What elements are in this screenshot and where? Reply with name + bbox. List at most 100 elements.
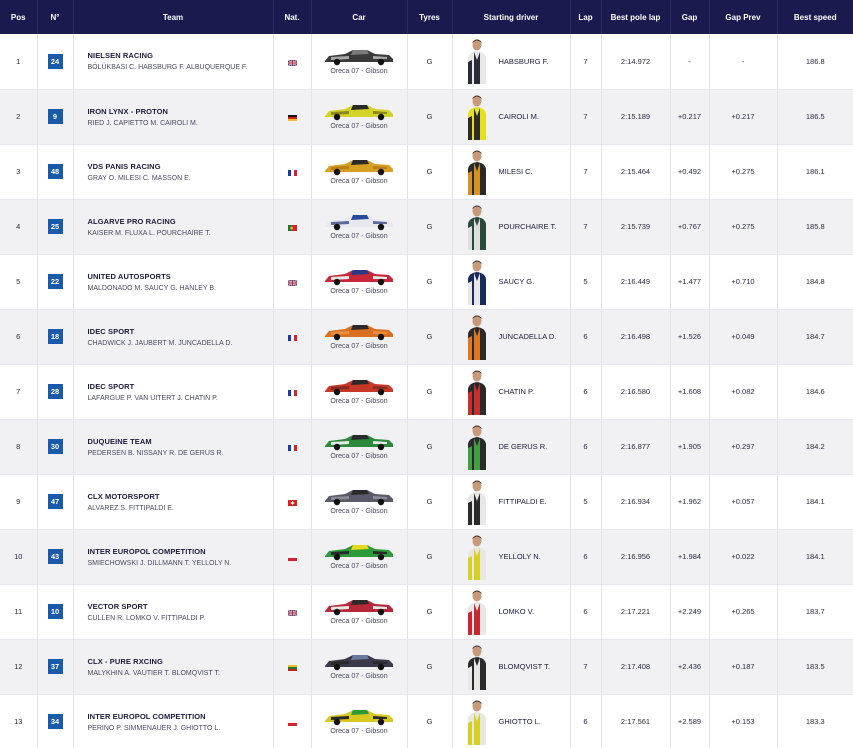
team-cell[interactable]: INTER EUROPOL COMPETITION SMIECHOWSKI J.… <box>73 529 274 585</box>
driver-name[interactable]: HABSBURG F. <box>499 57 549 66</box>
best-speed: 186.1 <box>805 167 825 176</box>
lap: 6 <box>583 552 588 561</box>
table-row[interactable]: 1 24 NIELSEN RACING BÖLÜKBASI C. HABSBUR… <box>0 34 853 90</box>
team-name[interactable]: UNITED AUTOSPORTS <box>88 272 273 281</box>
gap-prev: +0.275 <box>731 167 755 176</box>
team-cell[interactable]: INTER EUROPOL COMPETITION PERINO P. SIMM… <box>73 694 274 748</box>
driver-cell[interactable]: JUNCADELLA D. <box>452 309 571 365</box>
driver-name[interactable]: BLOMQVIST T. <box>499 662 550 671</box>
header-lap[interactable]: Lap <box>570 0 602 34</box>
header-nat[interactable]: Nat. <box>273 0 312 34</box>
nat-cell <box>273 474 312 530</box>
team-name[interactable]: IRON LYNX - PROTON <box>88 107 273 116</box>
driver-cell[interactable]: MILESI C. <box>452 144 571 200</box>
header-pos[interactable]: Pos <box>0 0 38 34</box>
driver-name[interactable]: JUNCADELLA D. <box>499 332 557 341</box>
driver-name[interactable]: POURCHAIRE T. <box>499 222 557 231</box>
team-name[interactable]: IDEC SPORT <box>88 382 273 391</box>
team-cell[interactable]: ALGARVE PRO RACING KAISER M. FLUXA L. PO… <box>73 199 274 255</box>
driver-name[interactable]: MILESI C. <box>499 167 533 176</box>
header-driver[interactable]: Starting driver <box>452 0 571 34</box>
table-row[interactable]: 2 9 IRON LYNX - PROTON RIED J. CAPIETTO … <box>0 89 853 145</box>
header-speed[interactable]: Best speed <box>777 0 853 34</box>
team-name[interactable]: INTER EUROPOL COMPETITION <box>88 712 273 721</box>
table-row[interactable]: 12 37 CLX - PURE RXCING MALYKHIN A. VAUT… <box>0 639 853 695</box>
driver-name[interactable]: YELLOLY N. <box>499 552 541 561</box>
table-row[interactable]: 6 18 IDEC SPORT CHADWICK J. JAUBERT M. J… <box>0 309 853 365</box>
driver-cell[interactable]: SAUCY G. <box>452 254 571 310</box>
flag-icon <box>287 719 297 727</box>
driver-name[interactable]: DE GERUS R. <box>499 442 548 451</box>
header-car[interactable]: Car <box>311 0 408 34</box>
header-num[interactable]: N° <box>37 0 74 34</box>
car-model: Oreca 07 - Gibson <box>330 453 388 460</box>
driver-cell[interactable]: YELLOLY N. <box>452 529 571 585</box>
table-row[interactable]: 9 47 CLX MOTORSPORT ALVAREZ S. FITTIPALD… <box>0 474 853 530</box>
table-row[interactable]: 13 34 INTER EUROPOL COMPETITION PERINO P… <box>0 694 853 748</box>
team-cell[interactable]: IDEC SPORT LAFARGUE P. VAN UITERT J. CHA… <box>73 364 274 420</box>
driver-cell[interactable]: POURCHAIRE T. <box>452 199 571 255</box>
team-cell[interactable]: CLX - PURE RXCING MALYKHIN A. VAUTIER T.… <box>73 639 274 695</box>
car-model: Oreca 07 - Gibson <box>330 288 388 295</box>
table-row[interactable]: 5 22 UNITED AUTOSPORTS MALDONADO M. SAUC… <box>0 254 853 310</box>
gap-prev: +0.153 <box>731 717 755 726</box>
gap: +1.984 <box>677 552 702 561</box>
driver-cell[interactable]: LOMKO V. <box>452 584 571 640</box>
team-cell[interactable]: NIELSEN RACING BÖLÜKBASI C. HABSBURG F. … <box>73 34 274 90</box>
car-model: Oreca 07 - Gibson <box>330 233 388 240</box>
table-row[interactable]: 3 48 VDS PANIS RACING GRAY O. MILESI C. … <box>0 144 853 200</box>
best-lap: 2:17.561 <box>620 717 651 726</box>
speed-cell: 186.1 <box>777 144 853 200</box>
header-tyres[interactable]: Tyres <box>407 0 453 34</box>
gap-prev-cell: +0.187 <box>709 639 778 695</box>
best-lap-cell: 2:16.956 <box>601 529 671 585</box>
header-gap-prev[interactable]: Gap Prev <box>709 0 778 34</box>
driver-name[interactable]: LOMKO V. <box>499 607 535 616</box>
table-row[interactable]: 7 28 IDEC SPORT LAFARGUE P. VAN UITERT J… <box>0 364 853 420</box>
driver-name[interactable]: CHATIN P. <box>499 387 535 396</box>
table-row[interactable]: 11 10 VECTOR SPORT CULLEN R. LOMKO V. FI… <box>0 584 853 640</box>
team-name[interactable]: CLX - PURE RXCING <box>88 657 273 666</box>
table-row[interactable]: 8 30 DUQUEINE TEAM PEDERSEN B. NISSANY R… <box>0 419 853 475</box>
driver-name[interactable]: CAIROLI M. <box>499 112 539 121</box>
driver-cell[interactable]: GHIOTTO L. <box>452 694 571 748</box>
header-gap[interactable]: Gap <box>670 0 710 34</box>
driver-cell[interactable]: BLOMQVIST T. <box>452 639 571 695</box>
table-row[interactable]: 10 43 INTER EUROPOL COMPETITION SMIECHOW… <box>0 529 853 585</box>
team-name[interactable]: IDEC SPORT <box>88 327 273 336</box>
car-cell: Oreca 07 - Gibson <box>311 89 408 145</box>
team-drivers: CULLEN R. LOMKO V. FITTIPALDI P. <box>87 614 206 622</box>
driver-cell[interactable]: CHATIN P. <box>452 364 571 420</box>
team-cell[interactable]: UNITED AUTOSPORTS MALDONADO M. SAUCY G. … <box>73 254 274 310</box>
driver-portrait-icon <box>467 480 486 525</box>
driver-cell[interactable]: FITTIPALDI E. <box>452 474 571 530</box>
team-cell[interactable]: IRON LYNX - PROTON RIED J. CAPIETTO M. C… <box>73 89 274 145</box>
table-row[interactable]: 4 25 ALGARVE PRO RACING KAISER M. FLUXA … <box>0 199 853 255</box>
driver-cell[interactable]: HABSBURG F. <box>452 34 571 90</box>
header-team[interactable]: Team <box>73 0 274 34</box>
gap-prev-cell: +0.265 <box>709 584 778 640</box>
team-name[interactable]: NIELSEN RACING <box>88 51 273 60</box>
nat-cell <box>273 254 312 310</box>
team-name[interactable]: DUQUEINE TEAM <box>88 437 273 446</box>
driver-cell[interactable]: CAIROLI M. <box>452 89 571 145</box>
team-cell[interactable]: IDEC SPORT CHADWICK J. JAUBERT M. JUNCAD… <box>73 309 274 365</box>
team-cell[interactable]: CLX MOTORSPORT ALVAREZ S. FITTIPALDI E. <box>73 474 274 530</box>
driver-name[interactable]: FITTIPALDI E. <box>499 497 547 506</box>
driver-cell[interactable]: DE GERUS R. <box>452 419 571 475</box>
team-cell[interactable]: DUQUEINE TEAM PEDERSEN B. NISSANY R. DE … <box>73 419 274 475</box>
team-name[interactable]: VECTOR SPORT <box>88 602 273 611</box>
header-best-lap[interactable]: Best pole lap <box>601 0 671 34</box>
car-model: Oreca 07 - Gibson <box>330 178 388 185</box>
team-name[interactable]: INTER EUROPOL COMPETITION <box>88 547 273 556</box>
team-cell[interactable]: VECTOR SPORT CULLEN R. LOMKO V. FITTIPAL… <box>73 584 274 640</box>
gap-cell: +2.436 <box>670 639 710 695</box>
speed-cell: 184.1 <box>777 474 853 530</box>
driver-name[interactable]: SAUCY G. <box>499 277 535 286</box>
team-name[interactable]: VDS PANIS RACING <box>88 162 273 171</box>
team-name[interactable]: ALGARVE PRO RACING <box>88 217 273 226</box>
driver-name[interactable]: GHIOTTO L. <box>499 717 541 726</box>
team-cell[interactable]: VDS PANIS RACING GRAY O. MILESI C. MASSO… <box>73 144 274 200</box>
team-name[interactable]: CLX MOTORSPORT <box>88 492 273 501</box>
gap-prev-cell: +0.057 <box>709 474 778 530</box>
